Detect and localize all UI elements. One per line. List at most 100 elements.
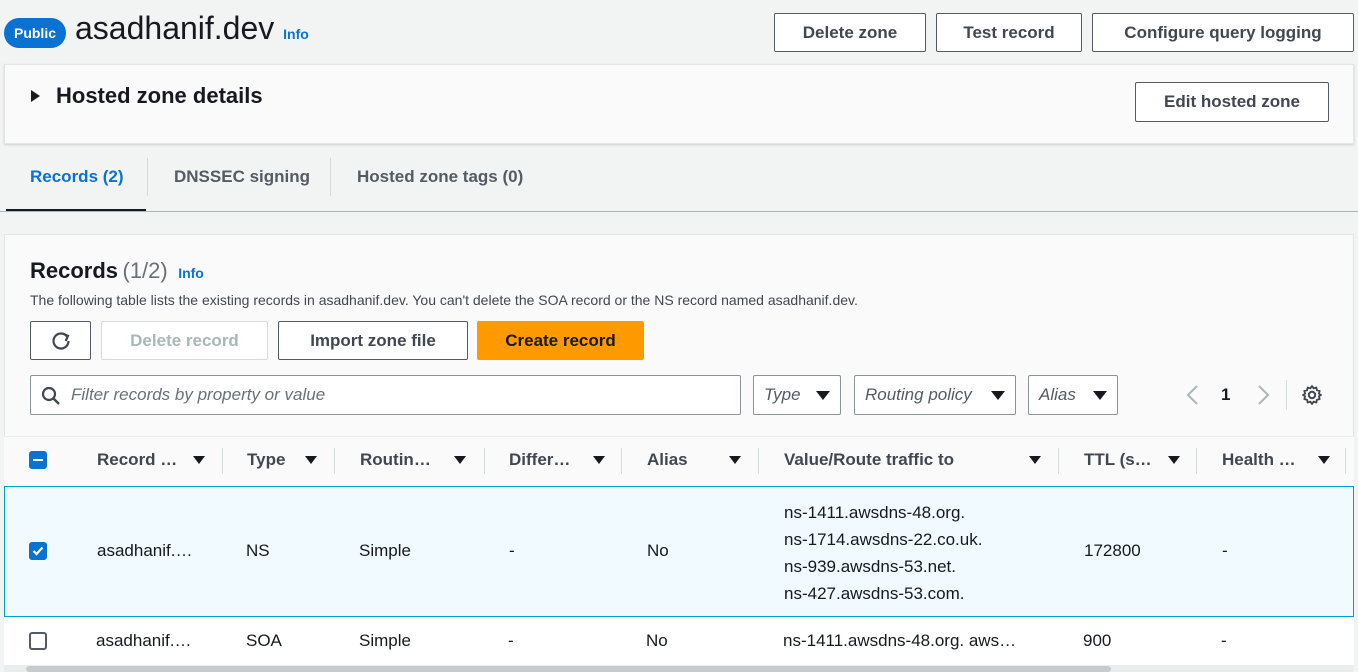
edit-hosted-zone-button[interactable]: Edit hosted zone [1135, 82, 1329, 122]
refresh-button[interactable] [30, 321, 91, 360]
sort-icon [193, 456, 205, 464]
routing-policy-filter-select[interactable]: Routing policy [854, 375, 1016, 415]
alias-filter-label: Alias [1039, 385, 1076, 404]
search-icon [41, 386, 60, 405]
value-line: ns-427.awsdns-53.com. [784, 584, 965, 603]
records-info-link[interactable]: Info [178, 265, 204, 281]
sort-icon [1168, 456, 1180, 464]
column-label: Type [247, 450, 286, 469]
tab-records[interactable]: Records (2) [30, 167, 124, 187]
configure-query-logging-button[interactable]: Configure query logging [1092, 13, 1354, 52]
table-row[interactable]: asadhanif.… SOA Simple - No ns-1411.awsd… [4, 617, 1354, 667]
select-all-checkbox[interactable] [29, 451, 47, 469]
column-header-alias[interactable]: Alias [647, 450, 741, 470]
tab-bar-border [0, 211, 1358, 212]
current-page[interactable]: 1 [1221, 385, 1230, 405]
routing-policy-cell: Simple [359, 541, 411, 560]
value-cell: ns-1411.awsdns-48.org. aws… [783, 631, 1017, 650]
tab-divider [330, 158, 331, 196]
record-name-cell: asadhanif.… [97, 541, 193, 560]
ttl-cell: 900 [1083, 631, 1112, 650]
record-type-cell: NS [246, 541, 270, 560]
tab-hosted-zone-tags[interactable]: Hosted zone tags (0) [357, 167, 523, 187]
type-filter-select[interactable]: Type [753, 375, 841, 415]
filter-placeholder: Filter records by property or value [71, 385, 326, 404]
pagination-divider [1286, 380, 1287, 410]
zone-name: asadhanif.dev [75, 10, 275, 46]
record-type-cell: SOA [246, 631, 282, 650]
sort-icon [454, 456, 466, 464]
records-heading: Records (1/2) Info [30, 258, 204, 284]
column-header-routing-policy[interactable]: Routin… [360, 450, 466, 470]
info-link[interactable]: Info [283, 26, 309, 42]
column-label: Routin… [360, 450, 431, 469]
ttl-cell: 172800 [1084, 541, 1141, 560]
public-badge: Public [4, 18, 66, 48]
column-header-health-check[interactable]: Health … [1222, 450, 1330, 470]
alias-cell: No [647, 541, 669, 560]
column-header-type[interactable]: Type [247, 450, 317, 470]
column-divider [222, 448, 223, 474]
sort-icon [305, 456, 317, 464]
tab-divider [147, 158, 148, 196]
column-divider [484, 448, 485, 474]
previous-page-icon[interactable] [1185, 384, 1201, 406]
next-page-icon[interactable] [1255, 384, 1271, 406]
delete-zone-button[interactable]: Delete zone [774, 13, 926, 52]
differentiator-cell: - [508, 631, 514, 650]
column-divider [621, 448, 622, 474]
caret-down-icon [816, 390, 830, 400]
column-header-differentiator[interactable]: Differ… [509, 450, 605, 470]
tab-bar: Records (2) DNSSEC signing Hosted zone t… [0, 145, 1358, 213]
differentiator-cell: - [509, 541, 515, 560]
page-title: asadhanif.dev Info [75, 10, 309, 47]
sort-icon [1029, 456, 1041, 464]
alias-cell: No [646, 631, 668, 650]
type-filter-label: Type [764, 385, 801, 404]
test-record-button[interactable]: Test record [936, 13, 1082, 52]
records-count: (1/2) [122, 258, 168, 283]
delete-record-button[interactable]: Delete record [101, 321, 268, 360]
table-row[interactable]: asadhanif.… NS Simple - No ns-1411.awsdn… [4, 486, 1354, 617]
health-check-cell: - [1222, 541, 1228, 560]
sort-icon [729, 456, 741, 464]
table-header: Record … Type Routin… Differ… Alias Valu… [4, 437, 1354, 485]
settings-gear-icon[interactable] [1301, 384, 1323, 406]
panel-title: Hosted zone details [56, 83, 263, 108]
refresh-icon [51, 331, 70, 350]
column-header-record-name[interactable]: Record … [97, 450, 205, 470]
value-line: ns-939.awsdns-53.net. [784, 557, 956, 576]
column-divider [1058, 448, 1059, 474]
create-record-button[interactable]: Create record [477, 321, 644, 360]
hosted-zone-details-toggle[interactable]: Hosted zone details [5, 83, 263, 109]
sort-icon [593, 456, 605, 464]
column-label: Record … [97, 450, 178, 469]
routing-policy-cell: Simple [359, 631, 411, 650]
checkmark-icon [32, 546, 44, 556]
column-divider [1196, 448, 1197, 474]
filter-input[interactable]: Filter records by property or value [30, 375, 741, 415]
records-description: The following table lists the existing r… [30, 292, 858, 308]
health-check-cell: - [1221, 631, 1227, 650]
column-label: Alias [647, 450, 688, 469]
column-header-ttl[interactable]: TTL (s… [1084, 450, 1180, 470]
column-header-value[interactable]: Value/Route traffic to [784, 450, 1041, 470]
horizontal-scrollbar[interactable] [4, 665, 1354, 672]
sort-icon [1318, 456, 1330, 464]
column-label: Differ… [509, 450, 571, 469]
value-line: ns-1714.awsdns-22.co.uk. [784, 530, 983, 549]
column-label: Health … [1222, 450, 1296, 469]
row-checkbox[interactable] [29, 542, 47, 560]
alias-filter-select[interactable]: Alias [1028, 375, 1118, 415]
hosted-zone-details-panel: Hosted zone details Edit hosted zone [4, 64, 1354, 144]
row-checkbox[interactable] [29, 632, 47, 650]
caret-right-icon [31, 90, 40, 102]
column-divider [334, 448, 335, 474]
caret-down-icon [991, 390, 1005, 400]
import-zone-file-button[interactable]: Import zone file [278, 321, 468, 360]
column-divider [758, 448, 759, 474]
tab-dnssec-signing[interactable]: DNSSEC signing [174, 167, 310, 187]
scrollbar-thumb[interactable] [26, 666, 1111, 672]
caret-down-icon [1093, 390, 1107, 400]
record-name-cell: asadhanif.… [96, 631, 192, 650]
